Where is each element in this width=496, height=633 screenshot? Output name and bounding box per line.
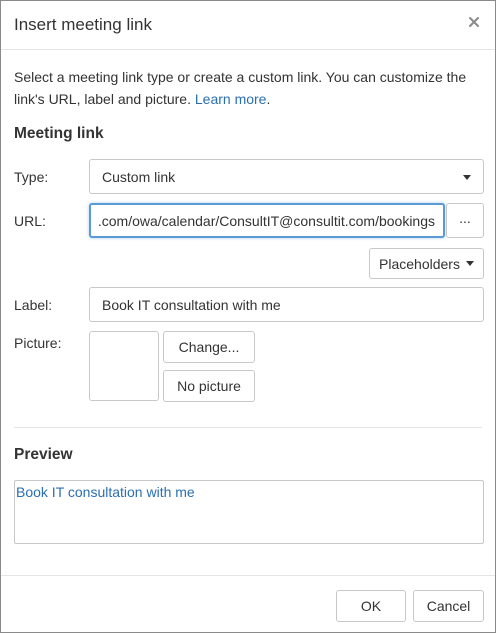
url-input-value: https://outlook.office.com/owa/calendar/… [99, 212, 435, 229]
close-icon[interactable] [465, 13, 483, 31]
insert-meeting-link-dialog: Insert meeting link Select a meeting lin… [0, 0, 496, 633]
close-icon-glyph [469, 17, 479, 27]
footer-divider [1, 575, 495, 576]
dialog-title: Insert meeting link [14, 15, 152, 34]
preview-link[interactable]: Book IT consultation with me [16, 484, 195, 500]
placeholders-button[interactable]: Placeholders [369, 248, 484, 279]
dialog-header: Insert meeting link [1, 1, 495, 50]
preview-box: Book IT consultation with me [14, 480, 484, 544]
label-label: Label: [14, 297, 53, 313]
chevron-down-icon [465, 261, 474, 266]
intro-text: Select a meeting link type or create a c… [14, 66, 484, 110]
type-select[interactable]: Custom link [89, 159, 484, 194]
ok-button[interactable]: OK [336, 590, 406, 622]
intro-end: . [266, 91, 271, 107]
learn-more-link[interactable]: Learn more [195, 91, 267, 107]
picture-label: Picture: [14, 335, 62, 351]
label-input-value: Book IT consultation with me [102, 296, 281, 313]
no-picture-button[interactable]: No picture [163, 370, 255, 402]
picture-thumbnail [89, 331, 159, 401]
chevron-down-icon [463, 174, 471, 180]
meeting-link-heading: Meeting link [14, 125, 104, 142]
type-label: Type: [14, 169, 49, 185]
change-picture-button[interactable]: Change... [163, 331, 255, 363]
placeholders-button-label: Placeholders [379, 255, 460, 272]
preview-heading: Preview [14, 446, 73, 463]
cancel-button[interactable]: Cancel [413, 590, 484, 622]
url-more-button[interactable]: ... [446, 203, 484, 238]
section-divider [14, 427, 482, 428]
url-label: URL: [14, 213, 46, 229]
url-input[interactable]: https://outlook.office.com/owa/calendar/… [89, 203, 445, 238]
type-select-value: Custom link [102, 168, 176, 185]
label-input[interactable]: Book IT consultation with me [89, 287, 484, 322]
